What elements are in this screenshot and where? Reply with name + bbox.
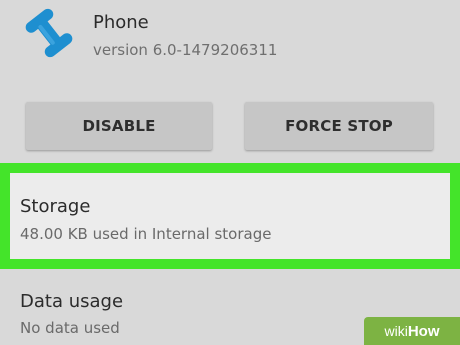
watermark-suffix: How — [407, 322, 440, 340]
storage-title: Storage — [20, 196, 91, 217]
app-name: Phone — [93, 12, 149, 33]
data-usage-title: Data usage — [20, 291, 124, 312]
disable-button[interactable]: DISABLE — [26, 102, 212, 150]
storage-row[interactable]: Storage 48.00 KB used in Internal storag… — [10, 173, 450, 259]
watermark-prefix: wiki — [384, 323, 408, 339]
storage-summary: 48.00 KB used in Internal storage — [20, 225, 272, 243]
app-version: version 6.0-1479206311 — [93, 41, 278, 59]
wikihow-watermark: wiki How — [364, 317, 460, 345]
phone-icon — [22, 6, 76, 60]
force-stop-button[interactable]: FORCE STOP — [245, 102, 433, 150]
data-usage-summary: No data used — [20, 319, 120, 337]
app-header: Phone version 6.0-1479206311 — [0, 0, 460, 90]
